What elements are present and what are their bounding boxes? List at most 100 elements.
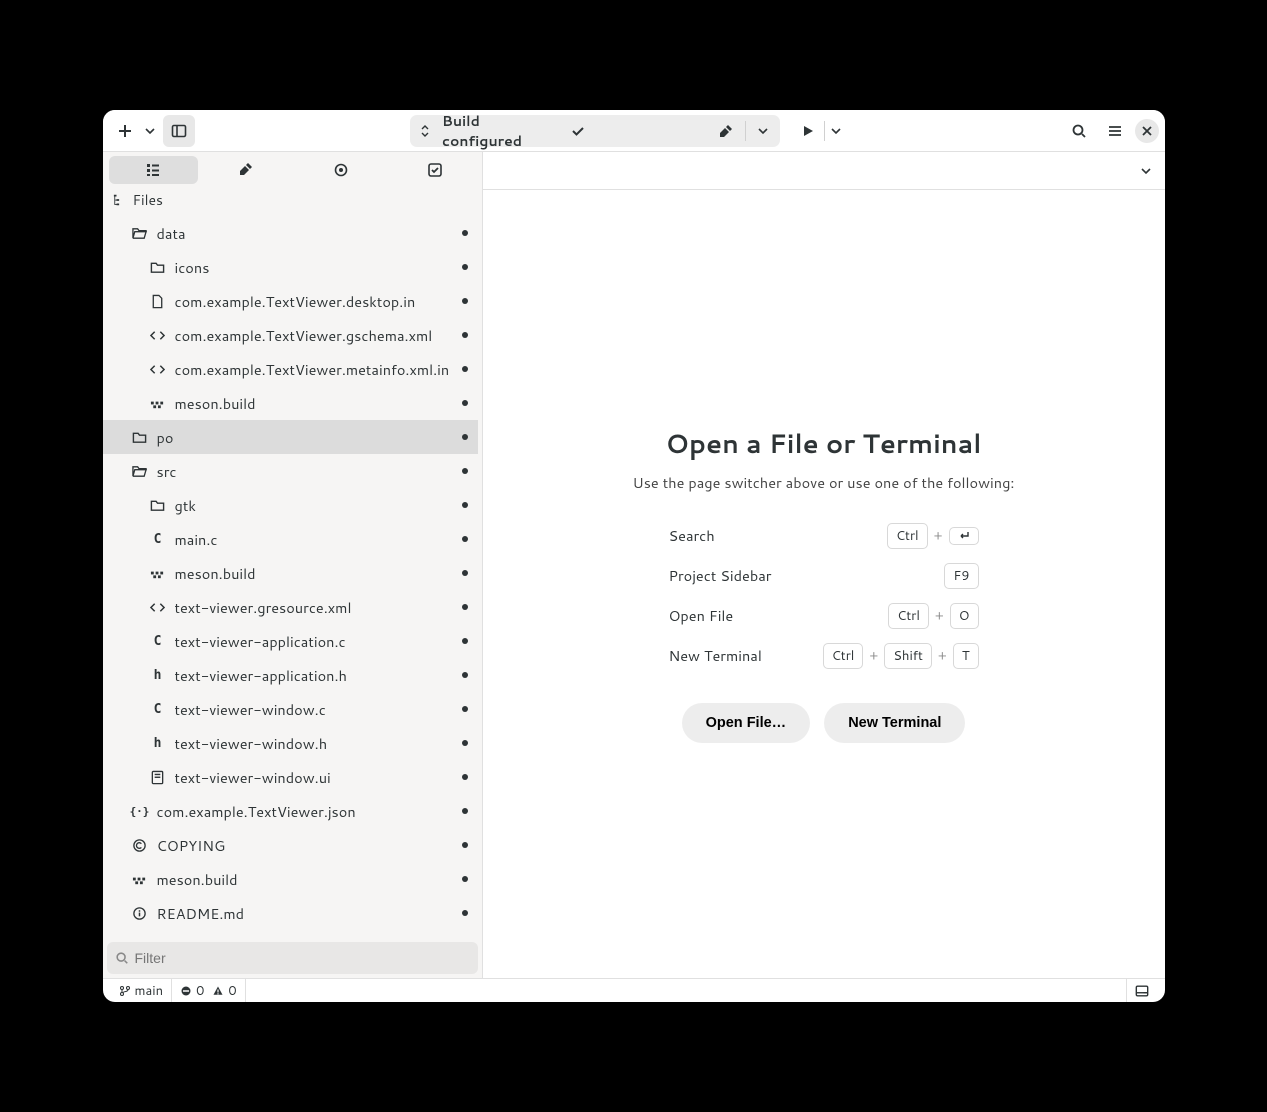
tree-icon bbox=[113, 193, 127, 207]
open-file-button[interactable]: Open File… bbox=[682, 703, 811, 743]
vcs-dot-icon bbox=[462, 808, 468, 814]
warning-count: 0 bbox=[228, 982, 236, 1000]
vcs-dot-icon bbox=[462, 400, 468, 406]
tree-row[interactable]: meson.build bbox=[103, 386, 478, 420]
shortcut-row: New TerminalCtrl+Shift+T bbox=[669, 643, 979, 669]
tree-item-label: text-viewer-window.ui bbox=[175, 767, 462, 788]
build-button[interactable] bbox=[713, 118, 739, 144]
build-status-text: Build configured bbox=[438, 111, 567, 151]
build-menu-button[interactable] bbox=[752, 118, 774, 144]
check-icon bbox=[571, 124, 585, 138]
close-button[interactable] bbox=[1135, 119, 1159, 143]
error-count: 0 bbox=[196, 982, 204, 1000]
vcs-dot-icon bbox=[462, 264, 468, 270]
empty-subtitle: Use the page switcher above or use one o… bbox=[633, 472, 1015, 493]
omnibar[interactable]: Build configured bbox=[410, 115, 780, 147]
code-icon bbox=[149, 328, 167, 343]
tree-row[interactable]: icons bbox=[103, 250, 478, 284]
folder-open-icon bbox=[131, 226, 149, 241]
tree-row[interactable]: COPYING bbox=[103, 828, 478, 862]
shortcut-row: Project SidebarF9 bbox=[669, 563, 979, 589]
new-terminal-button[interactable]: New Terminal bbox=[824, 703, 965, 743]
key: O bbox=[950, 603, 979, 629]
vcs-dot-icon bbox=[462, 842, 468, 848]
header-bar: Build configured bbox=[103, 110, 1165, 152]
filter-box[interactable] bbox=[107, 942, 478, 974]
tree-row[interactable]: htext-viewer-application.h bbox=[103, 658, 478, 692]
search-button[interactable] bbox=[1063, 115, 1095, 147]
tree-item-label: com.example.TextViewer.metainfo.xml.in bbox=[175, 359, 462, 380]
key bbox=[949, 527, 979, 545]
sidebar: Files data iconscom.example.TextViewer.de… bbox=[103, 152, 483, 978]
tree-item-label: meson.build bbox=[175, 393, 462, 414]
vcs-dot-icon bbox=[462, 910, 468, 916]
file-tree[interactable]: data iconscom.example.TextViewer.desktop.… bbox=[103, 216, 482, 938]
sidebar-tab-tests[interactable] bbox=[390, 156, 480, 184]
meson-icon bbox=[149, 396, 167, 411]
vcs-dot-icon bbox=[462, 230, 468, 236]
tree-item-label: com.example.TextViewer.gschema.xml bbox=[175, 325, 462, 346]
empty-state: Open a File or Terminal Use the page swi… bbox=[483, 190, 1165, 978]
status-bar: main 0 0 bbox=[103, 978, 1165, 1002]
app-window: Build configured bbox=[103, 110, 1165, 1002]
tree-item-label: main.c bbox=[175, 529, 462, 550]
new-button[interactable] bbox=[109, 115, 141, 147]
filter-input[interactable] bbox=[135, 950, 470, 966]
tree-row[interactable]: com.example.TextViewer.desktop.in bbox=[103, 284, 478, 318]
branch-icon bbox=[119, 985, 131, 997]
folder-icon bbox=[149, 260, 167, 275]
shortcuts-list: SearchCtrl+Project SidebarF9Open FileCtr… bbox=[669, 523, 979, 669]
shortcut-row: SearchCtrl+ bbox=[669, 523, 979, 549]
tree-row[interactable]: meson.build bbox=[103, 556, 478, 590]
search-icon bbox=[115, 951, 129, 965]
tree-row[interactable]: meson.build bbox=[103, 862, 478, 896]
tree-item-label: text-viewer-application.c bbox=[175, 631, 462, 652]
sidebar-tab-debug[interactable] bbox=[296, 156, 386, 184]
key: Ctrl bbox=[887, 523, 928, 549]
sidebar-tab-build[interactable] bbox=[202, 156, 292, 184]
tree-row[interactable]: com.example.TextViewer.gschema.xml bbox=[103, 318, 478, 352]
panel-toggle[interactable] bbox=[1126, 979, 1157, 1002]
tab-menu-button[interactable] bbox=[1135, 155, 1157, 187]
file-icon bbox=[149, 294, 167, 309]
tree-item-label: meson.build bbox=[157, 869, 462, 890]
tree-row[interactable]: Cmain.c bbox=[103, 522, 478, 556]
tree-row[interactable]: Ctext-viewer-application.c bbox=[103, 624, 478, 658]
tree-row[interactable]: Ctext-viewer-window.c bbox=[103, 692, 478, 726]
shortcut-label: Project Sidebar bbox=[669, 565, 945, 586]
main-menu-button[interactable] bbox=[1099, 115, 1131, 147]
error-icon bbox=[180, 985, 192, 997]
tree-row[interactable]: com.example.TextViewer.metainfo.xml.in bbox=[103, 352, 478, 386]
ui-icon bbox=[149, 770, 167, 785]
tree-row[interactable]: text-viewer-window.ui bbox=[103, 760, 478, 794]
tree-item-label: text-viewer.gresource.xml bbox=[175, 597, 462, 618]
tree-row[interactable]: data bbox=[103, 216, 478, 250]
new-dropdown-button[interactable] bbox=[141, 115, 159, 147]
warning-icon bbox=[212, 985, 224, 997]
tree-row[interactable]: text-viewer.gresource.xml bbox=[103, 590, 478, 624]
run-menu-button[interactable] bbox=[825, 115, 847, 147]
vcs-dot-icon bbox=[462, 298, 468, 304]
sidebar-title: Files bbox=[133, 190, 163, 210]
tree-row[interactable]: {·}com.example.TextViewer.json bbox=[103, 794, 478, 828]
diagnostics-segment[interactable]: 0 0 bbox=[172, 979, 246, 1002]
tree-row[interactable]: po bbox=[103, 420, 478, 454]
branch-segment[interactable]: main bbox=[111, 979, 173, 1002]
tab-bar bbox=[483, 152, 1165, 190]
tree-row[interactable]: gtk bbox=[103, 488, 478, 522]
vcs-dot-icon bbox=[462, 366, 468, 372]
tree-item-label: data bbox=[157, 223, 462, 244]
tree-row[interactable]: README.md bbox=[103, 896, 478, 930]
vcs-dot-icon bbox=[462, 774, 468, 780]
run-button[interactable] bbox=[792, 115, 824, 147]
tree-row[interactable]: htext-viewer-window.h bbox=[103, 726, 478, 760]
toggle-sidebar-button[interactable] bbox=[163, 115, 195, 147]
tree-row[interactable]: src bbox=[103, 454, 478, 488]
c-icon: C bbox=[149, 532, 167, 547]
tree-item-label: com.example.TextViewer.json bbox=[157, 801, 462, 822]
shortcut-label: Search bbox=[669, 525, 887, 546]
shortcut-keys: Ctrl+O bbox=[888, 603, 978, 629]
sidebar-tab-files[interactable] bbox=[109, 156, 199, 184]
key: T bbox=[953, 643, 979, 669]
tree-item-label: text-viewer-window.c bbox=[175, 699, 462, 720]
